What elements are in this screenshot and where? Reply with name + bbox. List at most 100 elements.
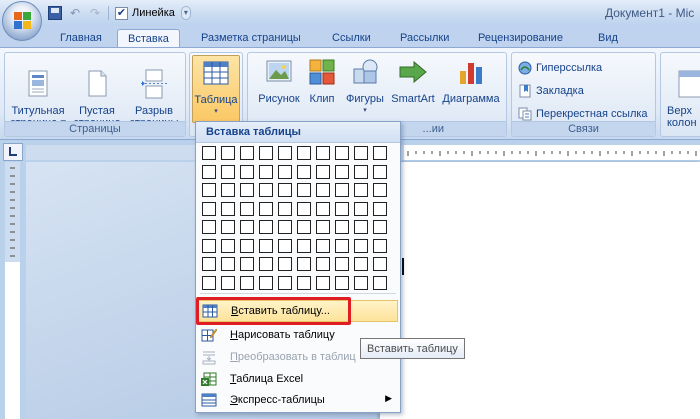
table-grid-cell[interactable] [316, 275, 330, 290]
table-grid-cell[interactable] [259, 275, 273, 290]
table-grid-cell[interactable] [240, 220, 254, 234]
table-grid-cell[interactable] [316, 201, 330, 216]
clipart-button[interactable]: Клип [304, 55, 340, 121]
table-grid-cell[interactable] [297, 146, 311, 160]
table-grid-cell[interactable] [259, 238, 273, 253]
tab-review[interactable]: Рецензирование [468, 29, 573, 48]
table-grid-cell[interactable] [335, 275, 349, 290]
bookmark-button[interactable]: Закладка [518, 82, 584, 100]
document-page[interactable] [380, 162, 700, 419]
table-grid-cell[interactable] [240, 164, 254, 179]
table-grid-cell[interactable] [202, 257, 216, 271]
header-button[interactable]: Верх колон [667, 55, 700, 129]
table-grid-cell[interactable] [202, 146, 216, 160]
table-grid-cell[interactable] [278, 275, 292, 290]
table-grid-cell[interactable] [221, 238, 235, 253]
table-grid-cell[interactable] [354, 183, 368, 197]
tab-references[interactable]: Ссылки [322, 29, 381, 48]
ruler-toggle[interactable]: ✔ Линейка [115, 6, 175, 20]
undo-icon[interactable]: ↶ [68, 6, 82, 20]
table-grid-cell[interactable] [278, 201, 292, 216]
table-grid-cell[interactable] [278, 257, 292, 271]
table-grid-cell[interactable] [278, 238, 292, 253]
excel-table-menu-item[interactable]: Таблица Excel [198, 368, 398, 390]
table-grid-cell[interactable] [259, 257, 273, 271]
table-grid-cell[interactable] [297, 164, 311, 179]
ruler-checkbox[interactable]: ✔ [115, 6, 128, 20]
table-grid-cell[interactable] [316, 257, 330, 271]
tab-selector-icon[interactable] [3, 143, 23, 161]
table-grid-cell[interactable] [259, 201, 273, 216]
table-grid-cell[interactable] [354, 275, 368, 290]
table-grid-cell[interactable] [354, 146, 368, 160]
table-grid-cell[interactable] [354, 257, 368, 271]
hyperlink-button[interactable]: Гиперссылка [518, 59, 602, 77]
table-grid-cell[interactable] [202, 238, 216, 253]
table-grid-cell[interactable] [335, 257, 349, 271]
table-grid-cell[interactable] [297, 201, 311, 216]
table-grid-cell[interactable] [202, 220, 216, 234]
table-grid-cell[interactable] [297, 257, 311, 271]
table-button[interactable]: Таблица ▾ [192, 55, 240, 123]
table-grid-cell[interactable] [354, 220, 368, 234]
table-grid-cell[interactable] [373, 220, 387, 234]
table-grid-cell[interactable] [373, 146, 387, 160]
page-break-button[interactable]: Разрыв страницы [125, 55, 183, 129]
table-grid-cell[interactable] [259, 146, 273, 160]
table-grid-cell[interactable] [354, 238, 368, 253]
table-grid-cell[interactable] [297, 183, 311, 197]
table-grid-cell[interactable] [373, 164, 387, 179]
smartart-button[interactable]: SmartArt [390, 55, 436, 121]
table-grid-cell[interactable] [221, 164, 235, 179]
table-grid-cell[interactable] [316, 220, 330, 234]
table-grid-cell[interactable] [335, 220, 349, 234]
table-grid-cell[interactable] [221, 146, 235, 160]
table-grid-cell[interactable] [240, 238, 254, 253]
table-grid-cell[interactable] [240, 275, 254, 290]
vertical-ruler[interactable] [5, 162, 20, 419]
table-grid-cell[interactable] [202, 275, 216, 290]
table-grid-cell[interactable] [373, 238, 387, 253]
tab-page-layout[interactable]: Разметка страницы [191, 29, 311, 48]
table-grid-cell[interactable] [202, 164, 216, 179]
tab-home[interactable]: Главная [50, 29, 112, 48]
table-grid-cell[interactable] [316, 164, 330, 179]
table-grid-cell[interactable] [297, 275, 311, 290]
table-grid-cell[interactable] [297, 238, 311, 253]
table-grid-cell[interactable] [278, 220, 292, 234]
table-grid-cell[interactable] [259, 220, 273, 234]
tab-insert[interactable]: Вставка [117, 29, 180, 48]
table-grid-cell[interactable] [259, 183, 273, 197]
redo-icon[interactable]: ↷ [88, 6, 102, 20]
tab-mailings[interactable]: Рассылки [390, 29, 459, 48]
table-grid-cell[interactable] [373, 257, 387, 271]
table-grid-cell[interactable] [240, 257, 254, 271]
table-grid-cell[interactable] [373, 183, 387, 197]
table-grid-cell[interactable] [335, 201, 349, 216]
shapes-button[interactable]: Фигуры ▾ [342, 55, 388, 121]
table-grid-cell[interactable] [373, 201, 387, 216]
table-grid-cell[interactable] [221, 275, 235, 290]
table-grid-cell[interactable] [335, 183, 349, 197]
table-grid-cell[interactable] [316, 183, 330, 197]
table-grid-cell[interactable] [240, 201, 254, 216]
table-grid-cell[interactable] [316, 238, 330, 253]
table-grid-cell[interactable] [316, 146, 330, 160]
customize-qat-icon[interactable]: ▾ [180, 6, 191, 20]
cover-page-button[interactable]: Титульная страница ▾ [7, 55, 69, 129]
table-grid-cell[interactable] [278, 164, 292, 179]
table-grid-cell[interactable] [221, 257, 235, 271]
table-grid-cell[interactable] [297, 220, 311, 234]
table-grid-cell[interactable] [202, 183, 216, 197]
table-grid-cell[interactable] [354, 164, 368, 179]
table-grid-cell[interactable] [373, 275, 387, 290]
table-grid-cell[interactable] [335, 164, 349, 179]
chart-button[interactable]: Диаграмма [438, 55, 504, 121]
table-grid-cell[interactable] [221, 220, 235, 234]
table-grid-cell[interactable] [221, 183, 235, 197]
table-grid-cell[interactable] [240, 146, 254, 160]
office-button[interactable] [2, 1, 42, 41]
quick-tables-menu-item[interactable]: Экспресс-таблицы ▶ [198, 389, 398, 411]
picture-button[interactable]: Рисунок [256, 55, 302, 121]
table-grid-cell[interactable] [354, 201, 368, 216]
